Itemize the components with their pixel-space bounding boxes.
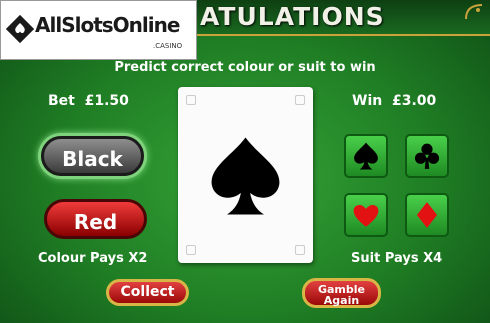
logo-subtext: .CASINO [153, 42, 183, 50]
spade-logo-icon [6, 15, 34, 43]
heart-button[interactable] [344, 193, 388, 237]
ornament-icon [465, 4, 483, 20]
bet-value: £1.50 [84, 93, 129, 109]
card-corner-mark [295, 95, 305, 105]
card-corner-mark [295, 245, 305, 255]
gamble-label-line2: Again [323, 294, 360, 307]
banner-title: ATULATIONS [200, 2, 385, 31]
suit-pays-label: Suit Pays X4 [351, 251, 443, 266]
diamond-button[interactable] [405, 193, 449, 237]
black-button[interactable]: Black [41, 136, 144, 176]
instruction-text: Predict correct colour or suit to win [114, 60, 376, 75]
bet-display: Bet £1.50 [48, 93, 129, 109]
club-icon [414, 143, 440, 169]
win-label: Win [352, 93, 383, 109]
colour-pays-label: Colour Pays X2 [38, 251, 148, 266]
site-logo: AllSlotsOnline .CASINO [0, 0, 197, 60]
gamble-again-button[interactable]: Gamble Again [302, 278, 381, 308]
win-value: £3.00 [391, 93, 437, 109]
collect-button[interactable]: Collect [106, 279, 189, 306]
win-display: Win £3.00 [352, 93, 436, 109]
club-button[interactable] [405, 134, 449, 178]
heart-icon [353, 204, 379, 227]
playing-card [178, 87, 313, 263]
spade-icon [211, 137, 280, 215]
diamond-icon [416, 202, 438, 228]
card-corner-mark [186, 95, 196, 105]
logo-text: AllSlotsOnline [35, 13, 180, 37]
spade-icon [354, 142, 378, 170]
card-corner-mark [186, 245, 196, 255]
spade-button[interactable] [344, 134, 388, 178]
gamble-screen: ATULATIONS AllSlotsOnline .CASINO Predic… [0, 0, 490, 323]
bet-label: Bet [48, 93, 75, 109]
red-button[interactable]: Red [44, 199, 147, 239]
